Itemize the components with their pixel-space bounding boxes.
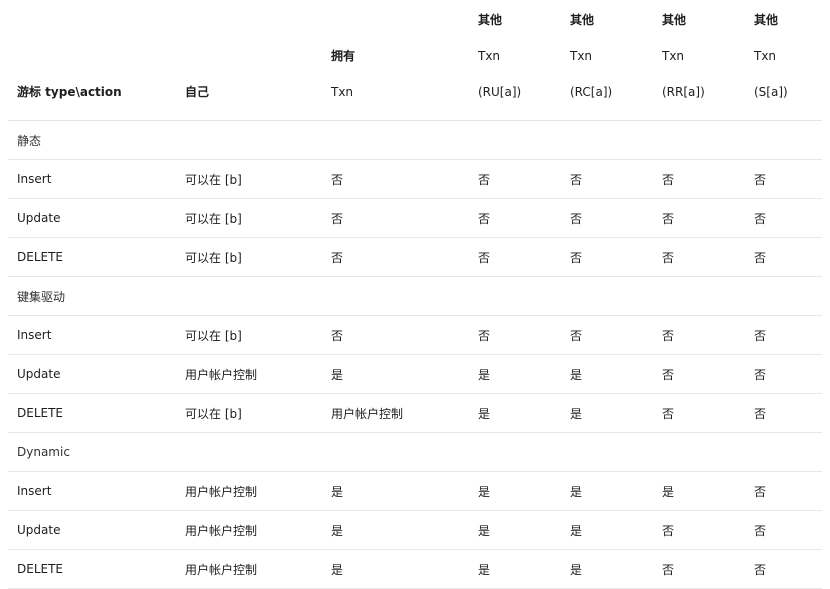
- cell-other-s: 否: [754, 172, 767, 187]
- cell-other-s: 否: [754, 328, 767, 343]
- cell-other-rr: 否: [662, 523, 675, 538]
- header-other-txn-rc: 其他 Txn (RC[a]): [570, 13, 613, 99]
- cell-owner-txn: 否: [331, 211, 344, 226]
- section-row-keyset: 键集驱动: [8, 277, 822, 316]
- section-row-static: 静态: [8, 121, 822, 160]
- cell-action: DELETE: [17, 406, 64, 420]
- section-label: 键集驱动: [17, 289, 66, 304]
- cell-own: 用户帐户控制: [185, 484, 258, 499]
- cell-other-rr: 否: [662, 328, 675, 343]
- cell-own: 用户帐户控制: [185, 523, 258, 538]
- cell-owner-txn: 是: [331, 367, 344, 382]
- cell-other-rr: 否: [662, 367, 675, 382]
- table-row: DELETE 可以在 [b] 否 否 否 否 否: [8, 238, 822, 277]
- cell-own: 可以在 [b]: [185, 211, 242, 226]
- cell-other-ru: 否: [478, 250, 491, 265]
- cell-other-ru: 是: [478, 484, 491, 499]
- header-own: 自己: [185, 85, 210, 99]
- table-row: Insert 可以在 [b] 否 否 否 否 否: [8, 316, 822, 355]
- cell-own: 可以在 [b]: [185, 250, 242, 265]
- header-other-txn-s: 其他 Txn (S[a]): [754, 13, 788, 99]
- cell-other-rc: 是: [570, 562, 583, 577]
- cell-other-rr: 否: [662, 211, 675, 226]
- table-row: Update 用户帐户控制 是 是 是 否 否: [8, 511, 822, 550]
- cell-other-rc: 是: [570, 367, 583, 382]
- cell-other-s: 否: [754, 523, 767, 538]
- section-row-dynamic: Dynamic: [8, 433, 822, 472]
- cell-other-rc: 否: [570, 211, 583, 226]
- cell-other-rr: 否: [662, 250, 675, 265]
- table-row: Insert 可以在 [b] 否 否 否 否 否: [8, 160, 822, 199]
- cell-action: DELETE: [17, 562, 64, 576]
- page: 游标 type\action 自己 拥有 Txn 其他 Txn (RU[a]) …: [0, 0, 830, 589]
- cell-own: 可以在 [b]: [185, 328, 242, 343]
- cell-other-rr: 否: [662, 172, 675, 187]
- cell-owner-txn: 用户帐户控制: [331, 406, 404, 421]
- cell-other-rc: 否: [570, 172, 583, 187]
- header-other-txn-rr: 其他 Txn (RR[a]): [662, 13, 705, 99]
- cell-other-ru: 是: [478, 523, 491, 538]
- cell-other-rc: 是: [570, 523, 583, 538]
- cell-action: Insert: [17, 328, 52, 342]
- cell-other-rc: 是: [570, 406, 583, 421]
- cell-other-rr: 否: [662, 406, 675, 421]
- cell-own: 用户帐户控制: [185, 562, 258, 577]
- cell-other-ru: 是: [478, 562, 491, 577]
- cell-other-s: 否: [754, 406, 767, 421]
- cell-other-rr: 是: [662, 484, 675, 499]
- table-header-row: 游标 type\action 自己 拥有 Txn 其他 Txn (RU[a]) …: [8, 2, 822, 121]
- cell-other-rc: 是: [570, 484, 583, 499]
- cell-other-ru: 否: [478, 328, 491, 343]
- cell-action: Insert: [17, 484, 52, 498]
- cell-own: 可以在 [b]: [185, 172, 242, 187]
- cell-owner-txn: 否: [331, 172, 344, 187]
- cell-owner-txn: 否: [331, 250, 344, 265]
- table-row: Insert 用户帐户控制 是 是 是 是 否: [8, 472, 822, 511]
- cell-other-rc: 否: [570, 250, 583, 265]
- cell-other-s: 否: [754, 367, 767, 382]
- table-row: Update 用户帐户控制 是 是 是 否 否: [8, 355, 822, 394]
- cell-other-ru: 是: [478, 406, 491, 421]
- cell-action: Update: [17, 211, 61, 225]
- cell-other-ru: 是: [478, 367, 491, 382]
- cell-other-s: 否: [754, 211, 767, 226]
- cell-owner-txn: 是: [331, 484, 344, 499]
- table-row: Update 可以在 [b] 否 否 否 否 否: [8, 199, 822, 238]
- cell-other-ru: 否: [478, 211, 491, 226]
- cell-own: 可以在 [b]: [185, 406, 242, 421]
- table-row: DELETE 用户帐户控制 是 是 是 否 否: [8, 550, 822, 589]
- cell-other-s: 否: [754, 250, 767, 265]
- table-row: DELETE 可以在 [b] 用户帐户控制 是 是 否 否: [8, 394, 822, 433]
- cell-owner-txn: 否: [331, 328, 344, 343]
- cell-other-rr: 否: [662, 562, 675, 577]
- section-label: 静态: [17, 133, 42, 148]
- cursor-concurrency-table: 游标 type\action 自己 拥有 Txn 其他 Txn (RU[a]) …: [8, 2, 822, 589]
- cell-other-s: 否: [754, 562, 767, 577]
- cell-action: Insert: [17, 172, 52, 186]
- section-label: Dynamic: [17, 445, 70, 459]
- cell-own: 用户帐户控制: [185, 367, 258, 382]
- cell-other-ru: 否: [478, 172, 491, 187]
- cell-action: DELETE: [17, 250, 64, 264]
- header-cursor-type-action: 游标 type\action: [17, 85, 122, 99]
- cell-owner-txn: 是: [331, 523, 344, 538]
- cell-action: Update: [17, 367, 61, 381]
- header-owner-txn: 拥有 Txn: [331, 49, 356, 99]
- cell-action: Update: [17, 523, 61, 537]
- cell-other-rc: 否: [570, 328, 583, 343]
- header-other-txn-ru: 其他 Txn (RU[a]): [478, 13, 522, 99]
- cell-owner-txn: 是: [331, 562, 344, 577]
- cell-other-s: 否: [754, 484, 767, 499]
